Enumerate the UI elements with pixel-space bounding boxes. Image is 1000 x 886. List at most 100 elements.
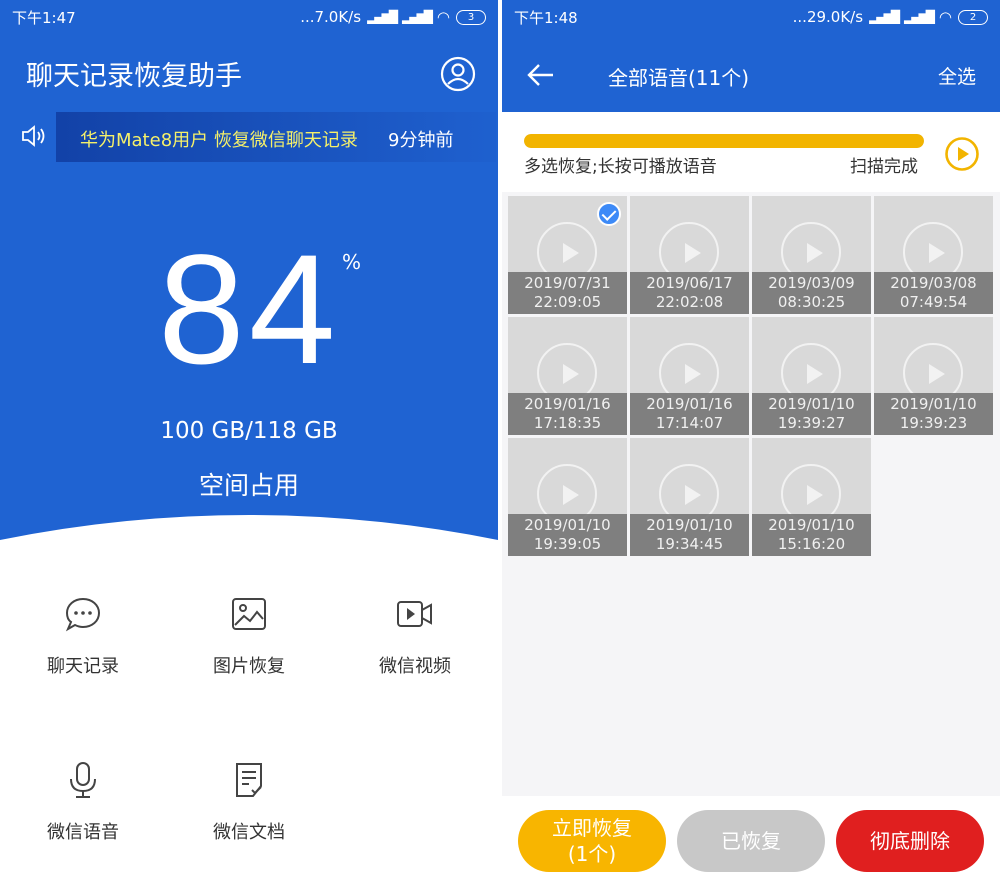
voice-time: 19:39:27 [777,414,846,432]
select-all-button[interactable]: 全选 [938,62,976,89]
notice-time: 9分钟前 [388,130,454,151]
battery-icon: 3 [456,9,486,25]
feature-wechat-documents[interactable]: 微信文档 [184,760,314,844]
header-curve [0,515,498,580]
voice-time: 19:39:23 [899,414,968,432]
chat-bubble-icon [65,597,101,632]
action-bar: 立即恢复 (1个) 已恢复 彻底删除 [502,796,1000,886]
feature-label: 微信文档 [213,822,285,843]
voice-item[interactable]: 2019/03/09 08:30:25 [752,196,871,314]
percent-sign: % [342,250,362,274]
voice-date: 2019/03/09 [768,274,855,292]
delete-permanently-button[interactable]: 彻底删除 [836,810,984,872]
voice-timestamp: 2019/03/08 07:49:54 [874,272,993,314]
voice-date: 2019/01/10 [646,516,733,534]
voice-timestamp: 2019/01/10 19:39:23 [874,393,993,435]
voice-item[interactable]: 2019/01/16 17:18:35 [508,317,627,435]
selected-check-icon[interactable] [597,202,621,226]
network-speed: ...7.0K/s [300,8,362,26]
feature-label: 微信语音 [47,822,119,843]
notice-text: 华为Mate8用户 恢复微信聊天记录 [80,130,358,151]
voice-list-screen: 下午1:48 ...29.0K/s ▂▄▆█ ▂▄▆█ ◠ 2 全部语音(11个… [502,0,1000,886]
voice-date: 2019/01/10 [890,395,977,413]
storage-amount: 100 GB/118 GB [160,418,338,444]
page-title: 全部语音(11个) [608,66,750,90]
voice-timestamp: 2019/07/31 22:09:05 [508,272,627,314]
voice-timestamp: 2019/01/10 19:39:05 [508,514,627,556]
signal-icon: ▂▄▆█ [869,10,900,24]
feature-label: 图片恢复 [213,656,285,677]
feature-image-recovery[interactable]: 图片恢复 [184,594,314,678]
scan-status: 扫描完成 [850,157,918,177]
voice-item[interactable]: 2019/01/16 17:14:07 [630,317,749,435]
voice-item[interactable]: 2019/01/10 19:39:05 [508,438,627,556]
status-bar: 下午1:47 ...7.0K/s ▂▄▆█ ▂▄▆█ ◠ 3 [0,0,498,34]
scan-hint: 多选恢复;长按可播放语音 [524,157,717,177]
usage-percent: 84 [158,223,340,397]
voice-date: 2019/01/10 [768,516,855,534]
voice-item[interactable]: 2019/01/10 19:39:27 [752,317,871,435]
voice-date: 2019/07/31 [524,274,611,292]
document-icon [236,763,262,797]
voice-date: 2019/01/16 [646,395,733,413]
recovered-button[interactable]: 已恢复 [677,810,825,872]
user-icon[interactable] [440,56,476,92]
signal-icon-2: ▂▄▆█ [401,10,433,24]
signal-icon-2: ▂▄▆█ [903,10,935,24]
scan-progress-fill [524,134,924,148]
voice-time: 19:39:05 [533,535,602,553]
voice-item[interactable]: 2019/01/10 19:39:23 [874,317,993,435]
voice-timestamp: 2019/03/09 08:30:25 [752,272,871,314]
feature-chat-history[interactable]: 聊天记录 [18,594,148,678]
voice-date: 2019/01/10 [768,395,855,413]
voice-time: 08:30:25 [777,293,846,311]
voice-time: 17:18:35 [533,414,602,432]
voice-time: 07:49:54 [899,293,968,311]
voice-time: 22:09:05 [533,293,602,311]
voice-time: 17:14:07 [655,414,724,432]
voice-timestamp: 2019/01/10 19:34:45 [630,514,749,556]
voice-date: 2019/03/08 [890,274,977,292]
voice-date: 2019/06/17 [646,274,733,292]
microphone-icon [70,762,96,798]
recover-now-button[interactable]: 立即恢复 (1个) [518,810,666,872]
voice-item[interactable]: 2019/06/17 22:02:08 [630,196,749,314]
voice-date: 2019/01/16 [524,395,611,413]
signal-icon: ▂▄▆█ [367,10,398,24]
storage-label: 空间占用 [198,471,299,500]
battery-icon: 2 [958,9,988,25]
feature-wechat-voice[interactable]: 微信语音 [18,760,148,844]
recover-button-count: (1个) [567,842,617,866]
feature-label: 微信视频 [379,656,451,677]
app-title: 聊天记录恢复助手 [26,61,242,92]
voice-item[interactable]: 2019/01/10 15:16:20 [752,438,871,556]
voice-timestamp: 2019/06/17 22:02:08 [630,272,749,314]
voice-item[interactable]: 2019/03/08 07:49:54 [874,196,993,314]
voice-time: 19:34:45 [655,535,724,553]
play-circle-icon[interactable] [944,136,980,172]
voice-timestamp: 2019/01/16 17:14:07 [630,393,749,435]
speaker-icon [22,125,45,147]
status-time: 下午1:47 [12,8,76,27]
network-speed: ...29.0K/s [792,8,864,26]
voice-item[interactable]: 2019/07/31 22:09:05 [508,196,627,314]
back-arrow-icon[interactable] [526,60,556,90]
wifi-icon: ◠ [938,8,952,26]
feature-wechat-video[interactable]: 微信视频 [350,594,480,678]
voice-time: 15:16:20 [777,535,846,553]
voice-date: 2019/01/10 [524,516,611,534]
recover-button-label: 立即恢复 [552,816,632,840]
voice-item[interactable]: 2019/01/10 19:34:45 [630,438,749,556]
voice-timestamp: 2019/01/10 15:16:20 [752,514,871,556]
voice-time: 22:02:08 [655,293,724,311]
voice-timestamp: 2019/01/10 19:39:27 [752,393,871,435]
status-bar: 下午1:48 ...29.0K/s ▂▄▆█ ▂▄▆█ ◠ 2 [502,0,1000,34]
scan-progress-bar [524,134,924,148]
status-time: 下午1:48 [514,8,578,27]
wifi-icon: ◠ [436,8,450,26]
image-icon [232,598,266,630]
home-screen: 下午1:47 ...7.0K/s ▂▄▆█ ▂▄▆█ ◠ 3 聊天记录恢复助手 … [0,0,498,886]
voice-timestamp: 2019/01/16 17:18:35 [508,393,627,435]
video-icon [397,601,432,627]
scan-panel: 多选恢复;长按可播放语音 扫描完成 [502,112,1000,192]
